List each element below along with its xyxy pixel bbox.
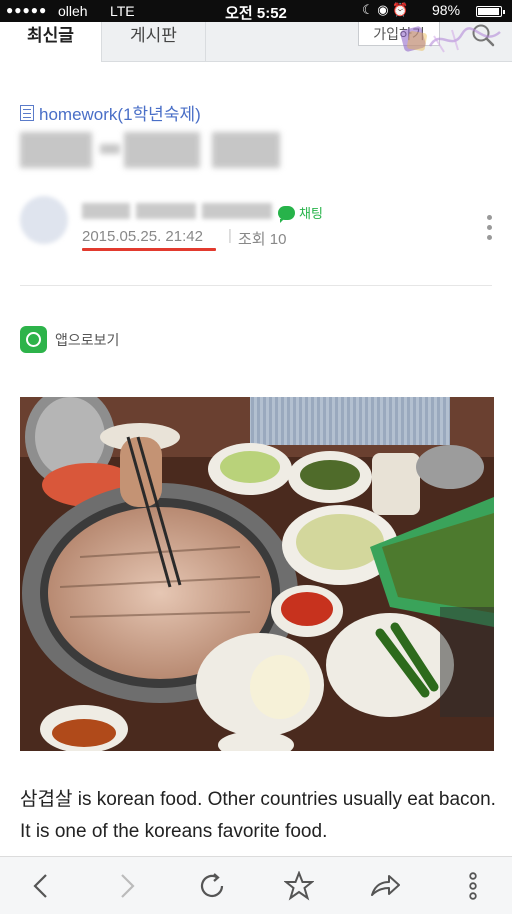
divider: [20, 285, 492, 286]
document-icon: [20, 104, 34, 121]
app-view-link[interactable]: 앱으로보기: [20, 326, 119, 353]
forward-icon[interactable]: [110, 869, 144, 903]
browser-toolbar: [0, 856, 512, 914]
more-vertical-icon[interactable]: [484, 213, 496, 243]
author-name-redacted: [82, 203, 272, 219]
date-highlight-underline: [82, 248, 216, 251]
refresh-icon[interactable]: [196, 869, 230, 903]
food-photo[interactable]: [20, 397, 494, 751]
bookmark-star-icon[interactable]: [282, 869, 316, 903]
status-bar: ●●●●● olleh LTE 오전 5:52 ☾ ◉ ⏰ 98%: [0, 0, 512, 22]
post-category-link[interactable]: homework(1학년숙제): [20, 100, 201, 125]
post-title-redacted: [20, 132, 280, 168]
author-avatar[interactable]: [20, 196, 68, 244]
share-icon[interactable]: [368, 869, 402, 903]
chat-bubble-icon: [278, 205, 295, 223]
chat-label: 채팅: [299, 206, 323, 221]
meta-separator: |: [228, 227, 232, 244]
category-label: homework(1학년숙제): [39, 105, 201, 124]
chat-link[interactable]: 채팅: [278, 203, 323, 223]
app-view-label: 앱으로보기: [55, 331, 120, 348]
battery-percent: 98%: [432, 2, 461, 18]
view-count: 조회 10: [238, 231, 287, 248]
back-icon[interactable]: [24, 869, 58, 903]
tab-latest[interactable]: 최신글: [0, 22, 102, 62]
post-date: 2015.05.25. 21:42: [82, 228, 203, 245]
more-icon[interactable]: [456, 869, 490, 903]
tab-board[interactable]: 게시판: [102, 22, 206, 62]
battery-icon: [476, 6, 505, 17]
search-icon[interactable]: [470, 22, 496, 48]
post-body-text: 삼겹살 is korean food. Other countries usua…: [20, 789, 496, 842]
join-button[interactable]: 가입하기: [358, 22, 440, 46]
app-icon: [20, 326, 47, 353]
status-icons: ☾ ◉ ⏰: [362, 2, 409, 17]
